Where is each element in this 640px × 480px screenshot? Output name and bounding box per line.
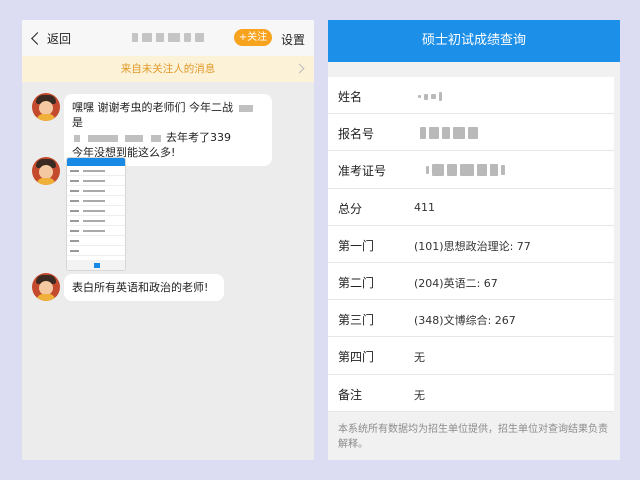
notice-text: 来自未关注人的消息 (120, 63, 216, 75)
redacted-text (74, 134, 80, 142)
settings-button[interactable]: 设置 (281, 31, 305, 48)
table-row: 第四门 无 (328, 337, 614, 375)
page-title: 硕士初试成绩查询 (328, 20, 620, 62)
message-text: 是 (72, 116, 83, 129)
row-label: 第四门 (338, 350, 375, 365)
redacted-text (125, 134, 143, 142)
table-row: 报名号 (328, 114, 614, 152)
message-text: 嘿嘿 谢谢考虫的老师们 今年二战 (72, 101, 233, 114)
message-bubble: 嘿嘿 谢谢考虫的老师们 今年二战 是 去年考了339 今年没想到能这么多! (64, 94, 272, 166)
row-label: 姓名 (338, 90, 363, 104)
screenshot-thumbnail[interactable] (66, 157, 126, 271)
row-value: (204)英语二: 67 (414, 276, 498, 290)
row-label: 报名号 (338, 127, 375, 142)
row-value: 411 (414, 200, 435, 214)
row-label: 第一门 (338, 238, 375, 253)
back-button[interactable]: 返回 (30, 30, 71, 47)
row-value: 无 (414, 351, 425, 365)
chevron-left-icon (31, 32, 44, 45)
row-value: (348)文博综合: 267 (414, 314, 516, 328)
back-label: 返回 (47, 32, 72, 46)
row-value: (101)思想政治理论: 77 (414, 239, 531, 253)
table-row: 总分 411 (328, 189, 614, 226)
table-row: 备注 无 (328, 375, 614, 412)
row-label: 第三门 (338, 313, 375, 328)
redacted-value (420, 127, 478, 140)
score-query-panel: 硕士初试成绩查询 姓名 报名号 准考证号 总分 411 第一门 (101)思想政 (328, 20, 620, 460)
avatar[interactable] (32, 157, 60, 185)
table-row: 第二门 (204)英语二: 67 (328, 263, 614, 301)
message-bubble: 表白所有英语和政治的老师! (64, 274, 224, 301)
chat-top-bar: 返回 +关注 设置 (22, 20, 314, 56)
redacted-username (132, 33, 204, 42)
follow-button[interactable]: +关注 (234, 29, 272, 46)
stranger-message-notice[interactable]: 来自未关注人的消息 (22, 56, 314, 82)
avatar[interactable] (32, 273, 60, 301)
redacted-value (418, 92, 442, 101)
disclaimer-text: 本系统所有数据均为招生单位提供，招生单位对查询结果负责解释。 (338, 424, 608, 450)
row-label: 准考证号 (338, 164, 387, 179)
score-table: 姓名 报名号 准考证号 总分 411 第一门 (101)思想政治理论: 77 第… (328, 77, 614, 412)
table-row: 姓名 (328, 77, 614, 115)
table-row: 第一门 (101)思想政治理论: 77 (328, 226, 614, 263)
message-text: 去年考了339 (166, 131, 231, 144)
row-label: 备注 (338, 387, 363, 402)
table-row: 第三门 (348)文博综合: 267 (328, 300, 614, 338)
redacted-text (238, 104, 253, 112)
table-row: 准考证号 (328, 151, 614, 189)
chevron-right-icon (294, 63, 305, 74)
chat-panel: 返回 +关注 设置 来自未关注人的消息 嘿嘿 谢谢考虫的老师们 今年二战 是 去… (22, 20, 314, 460)
message-text: 表白所有英语和政治的老师! (72, 281, 209, 294)
row-label: 总分 (338, 201, 363, 216)
redacted-text (87, 134, 118, 142)
row-label: 第二门 (338, 275, 375, 290)
redacted-text (150, 134, 161, 142)
redacted-value (426, 164, 505, 177)
avatar[interactable] (32, 93, 60, 121)
row-value: 无 (414, 388, 425, 402)
